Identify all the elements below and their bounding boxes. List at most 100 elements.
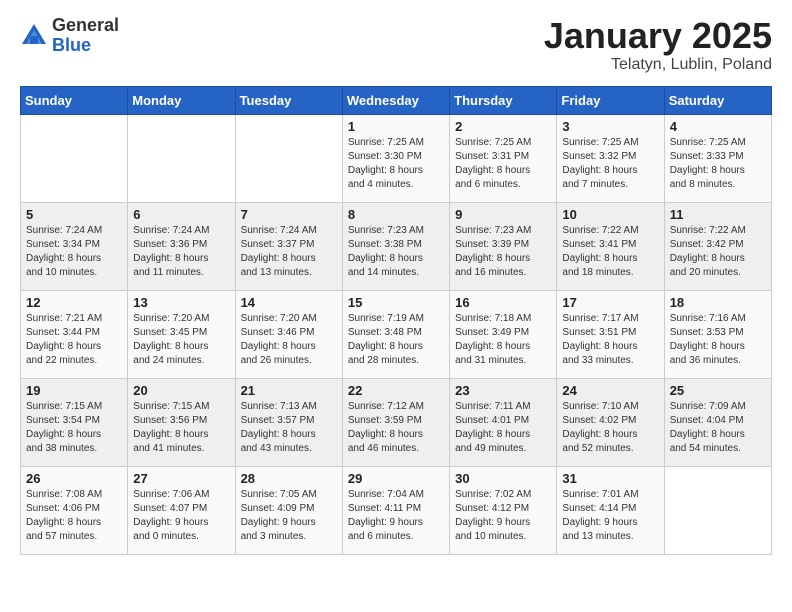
cell-content: Sunrise: 7:15 AM Sunset: 3:54 PM Dayligh… <box>26 400 122 456</box>
cell-content: Sunrise: 7:17 AM Sunset: 3:51 PM Dayligh… <box>562 312 658 368</box>
day-number: 23 <box>455 383 551 398</box>
calendar-title: January 2025 <box>544 16 772 56</box>
calendar-cell: 10 Sunrise: 7:22 AM Sunset: 3:41 PM Dayli… <box>557 202 664 290</box>
title-block: January 2025 Telatyn, Lublin, Poland <box>544 16 772 74</box>
calendar-cell: 30Sunrise: 7:02 AM Sunset: 4:12 PM Dayli… <box>450 466 557 554</box>
week-row-1: 1 Sunrise: 7:25 AM Sunset: 3:30 PM Daylig… <box>21 114 772 202</box>
day-number: 2 <box>455 119 551 134</box>
cell-content: Sunrise: 7:23 AM Sunset: 3:39 PM Dayligh… <box>455 224 551 280</box>
week-row-5: 26 Sunrise: 7:08 AM Sunset: 4:06 PM Dayli… <box>21 466 772 554</box>
calendar-cell <box>235 114 342 202</box>
cell-content: Sunrise: 7:22 AM Sunset: 3:41 PM Dayligh… <box>562 224 658 280</box>
header-cell-monday: Monday <box>128 86 235 114</box>
calendar-subtitle: Telatyn, Lublin, Poland <box>544 56 772 74</box>
day-number: 4 <box>670 119 766 134</box>
calendar-cell: 5Sunrise: 7:24 AM Sunset: 3:34 PM Daylig… <box>21 202 128 290</box>
calendar-cell: 25 Sunrise: 7:09 AM Sunset: 4:04 PM Dayli… <box>664 378 771 466</box>
day-number: 27 <box>133 471 229 486</box>
calendar-table: SundayMondayTuesdayWednesdayThursdayFrid… <box>20 86 772 555</box>
header-cell-saturday: Saturday <box>664 86 771 114</box>
day-number: 17 <box>562 295 658 310</box>
calendar-cell: 7 Sunrise: 7:24 AM Sunset: 3:37 PM Daylig… <box>235 202 342 290</box>
calendar-cell: 1 Sunrise: 7:25 AM Sunset: 3:30 PM Daylig… <box>342 114 449 202</box>
logo-blue: Blue <box>52 35 91 55</box>
calendar-cell: 12 Sunrise: 7:21 AM Sunset: 3:44 PM Dayli… <box>21 290 128 378</box>
cell-content: Sunrise: 7:04 AM Sunset: 4:11 PM Dayligh… <box>348 488 444 544</box>
logo-general: General <box>52 15 119 35</box>
cell-content: Sunrise: 7:08 AM Sunset: 4:06 PM Dayligh… <box>26 488 122 544</box>
calendar-cell: 8Sunrise: 7:23 AM Sunset: 3:38 PM Daylig… <box>342 202 449 290</box>
day-number: 31 <box>562 471 658 486</box>
calendar-cell: 31 Sunrise: 7:01 AM Sunset: 4:14 PM Dayli… <box>557 466 664 554</box>
logo-text: General Blue <box>52 16 119 56</box>
cell-content: Sunrise: 7:20 AM Sunset: 3:46 PM Dayligh… <box>241 312 337 368</box>
day-number: 6 <box>133 207 229 222</box>
day-number: 20 <box>133 383 229 398</box>
header-cell-tuesday: Tuesday <box>235 86 342 114</box>
cell-content: Sunrise: 7:01 AM Sunset: 4:14 PM Dayligh… <box>562 488 658 544</box>
logo: General Blue <box>20 16 119 56</box>
cell-content: Sunrise: 7:06 AM Sunset: 4:07 PM Dayligh… <box>133 488 229 544</box>
day-number: 29 <box>348 471 444 486</box>
cell-content: Sunrise: 7:20 AM Sunset: 3:45 PM Dayligh… <box>133 312 229 368</box>
week-row-3: 12 Sunrise: 7:21 AM Sunset: 3:44 PM Dayli… <box>21 290 772 378</box>
calendar-cell: 24Sunrise: 7:10 AM Sunset: 4:02 PM Dayli… <box>557 378 664 466</box>
calendar-cell: 23 Sunrise: 7:11 AM Sunset: 4:01 PM Dayli… <box>450 378 557 466</box>
day-number: 15 <box>348 295 444 310</box>
calendar-cell <box>21 114 128 202</box>
day-number: 11 <box>670 207 766 222</box>
cell-content: Sunrise: 7:25 AM Sunset: 3:32 PM Dayligh… <box>562 136 658 192</box>
cell-content: Sunrise: 7:02 AM Sunset: 4:12 PM Dayligh… <box>455 488 551 544</box>
day-number: 14 <box>241 295 337 310</box>
cell-content: Sunrise: 7:11 AM Sunset: 4:01 PM Dayligh… <box>455 400 551 456</box>
calendar-cell <box>128 114 235 202</box>
week-row-2: 5Sunrise: 7:24 AM Sunset: 3:34 PM Daylig… <box>21 202 772 290</box>
day-number: 19 <box>26 383 122 398</box>
calendar-body: 1 Sunrise: 7:25 AM Sunset: 3:30 PM Daylig… <box>21 114 772 554</box>
day-number: 25 <box>670 383 766 398</box>
day-number: 10 <box>562 207 658 222</box>
calendar-cell: 28Sunrise: 7:05 AM Sunset: 4:09 PM Dayli… <box>235 466 342 554</box>
day-number: 22 <box>348 383 444 398</box>
calendar-cell: 9 Sunrise: 7:23 AM Sunset: 3:39 PM Daylig… <box>450 202 557 290</box>
calendar-cell: 21 Sunrise: 7:13 AM Sunset: 3:57 PM Dayli… <box>235 378 342 466</box>
day-number: 21 <box>241 383 337 398</box>
page: General Blue January 2025 Telatyn, Lubli… <box>0 0 792 571</box>
cell-content: Sunrise: 7:16 AM Sunset: 3:53 PM Dayligh… <box>670 312 766 368</box>
header-row: SundayMondayTuesdayWednesdayThursdayFrid… <box>21 86 772 114</box>
calendar-cell: 29 Sunrise: 7:04 AM Sunset: 4:11 PM Dayli… <box>342 466 449 554</box>
calendar-cell: 22 Sunrise: 7:12 AM Sunset: 3:59 PM Dayli… <box>342 378 449 466</box>
calendar-cell: 11Sunrise: 7:22 AM Sunset: 3:42 PM Dayli… <box>664 202 771 290</box>
calendar-cell: 15 Sunrise: 7:19 AM Sunset: 3:48 PM Dayli… <box>342 290 449 378</box>
calendar-cell: 26 Sunrise: 7:08 AM Sunset: 4:06 PM Dayli… <box>21 466 128 554</box>
cell-content: Sunrise: 7:24 AM Sunset: 3:37 PM Dayligh… <box>241 224 337 280</box>
calendar-cell: 13Sunrise: 7:20 AM Sunset: 3:45 PM Dayli… <box>128 290 235 378</box>
cell-content: Sunrise: 7:25 AM Sunset: 3:31 PM Dayligh… <box>455 136 551 192</box>
cell-content: Sunrise: 7:15 AM Sunset: 3:56 PM Dayligh… <box>133 400 229 456</box>
calendar-cell: 2 Sunrise: 7:25 AM Sunset: 3:31 PM Daylig… <box>450 114 557 202</box>
day-number: 7 <box>241 207 337 222</box>
cell-content: Sunrise: 7:13 AM Sunset: 3:57 PM Dayligh… <box>241 400 337 456</box>
day-number: 18 <box>670 295 766 310</box>
header: General Blue January 2025 Telatyn, Lubli… <box>20 16 772 74</box>
day-number: 26 <box>26 471 122 486</box>
calendar-cell: 4Sunrise: 7:25 AM Sunset: 3:33 PM Daylig… <box>664 114 771 202</box>
calendar-cell: 14 Sunrise: 7:20 AM Sunset: 3:46 PM Dayli… <box>235 290 342 378</box>
calendar-cell: 19 Sunrise: 7:15 AM Sunset: 3:54 PM Dayli… <box>21 378 128 466</box>
cell-content: Sunrise: 7:25 AM Sunset: 3:30 PM Dayligh… <box>348 136 444 192</box>
cell-content: Sunrise: 7:19 AM Sunset: 3:48 PM Dayligh… <box>348 312 444 368</box>
cell-content: Sunrise: 7:12 AM Sunset: 3:59 PM Dayligh… <box>348 400 444 456</box>
week-row-4: 19 Sunrise: 7:15 AM Sunset: 3:54 PM Dayli… <box>21 378 772 466</box>
day-number: 5 <box>26 207 122 222</box>
header-cell-sunday: Sunday <box>21 86 128 114</box>
cell-content: Sunrise: 7:09 AM Sunset: 4:04 PM Dayligh… <box>670 400 766 456</box>
calendar-cell: 3Sunrise: 7:25 AM Sunset: 3:32 PM Daylig… <box>557 114 664 202</box>
calendar-cell: 18 Sunrise: 7:16 AM Sunset: 3:53 PM Dayli… <box>664 290 771 378</box>
day-number: 12 <box>26 295 122 310</box>
cell-content: Sunrise: 7:24 AM Sunset: 3:36 PM Dayligh… <box>133 224 229 280</box>
day-number: 9 <box>455 207 551 222</box>
calendar-header: SundayMondayTuesdayWednesdayThursdayFrid… <box>21 86 772 114</box>
cell-content: Sunrise: 7:21 AM Sunset: 3:44 PM Dayligh… <box>26 312 122 368</box>
calendar-cell <box>664 466 771 554</box>
day-number: 1 <box>348 119 444 134</box>
